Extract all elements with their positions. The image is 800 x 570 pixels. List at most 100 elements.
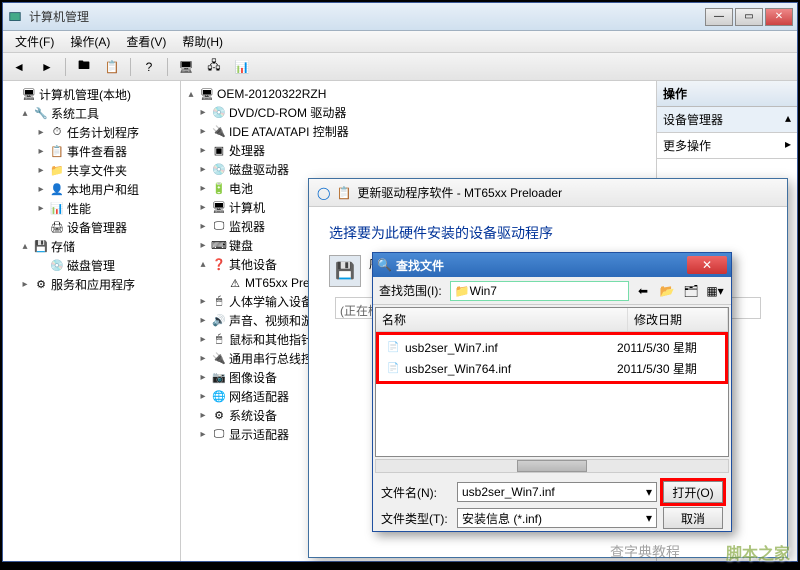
tree-toggle-icon[interactable]: ▴: [197, 259, 209, 270]
menu-help[interactable]: 帮助(H): [174, 31, 231, 52]
tree-label: IDE ATA/ATAPI 控制器: [229, 123, 349, 140]
properties-button[interactable]: 📋: [100, 56, 124, 78]
new-folder-icon[interactable]: 🗂: [681, 281, 701, 301]
tree-toggle-icon[interactable]: ▸: [197, 391, 209, 402]
back-nav-icon[interactable]: ⬅: [633, 281, 653, 301]
action-item-devicemgr[interactable]: 设备管理器▴: [657, 107, 797, 133]
scroll-thumb[interactable]: [517, 460, 587, 472]
file-row[interactable]: 📄 usb2ser_Win764.inf 2011/5/30 星期: [381, 358, 723, 379]
main-titlebar: 计算机管理 — ▭ ✕: [3, 3, 797, 31]
tree-toggle-icon[interactable]: ▸: [197, 353, 209, 364]
service-icon: ⚙: [33, 277, 49, 293]
filetype-select[interactable]: 安装信息 (*.inf) ▾: [457, 508, 657, 528]
actions-header: 操作: [657, 81, 797, 107]
tree-node[interactable]: 🖥计算机管理(本地): [3, 85, 180, 104]
tree-toggle-icon[interactable]: ▸: [197, 296, 209, 307]
tree-toggle-icon[interactable]: ▸: [197, 183, 209, 194]
audio-icon: 🔊: [211, 313, 227, 329]
tree-toggle-icon[interactable]: ▸: [35, 127, 47, 138]
filename-label: 文件名(N):: [381, 484, 451, 501]
tree-node[interactable]: ▸▣处理器: [181, 141, 656, 160]
tree-node[interactable]: ▸💿DVD/CD-ROM 驱动器: [181, 103, 656, 122]
tree-toggle-icon[interactable]: ▸: [35, 203, 47, 214]
action-item-more[interactable]: 更多操作▸: [657, 133, 797, 159]
tree-node[interactable]: ▸💿磁盘驱动器: [181, 160, 656, 179]
tree-node[interactable]: 💿磁盘管理: [3, 256, 180, 275]
tree-node[interactable]: ▸📁共享文件夹: [3, 161, 180, 180]
location-select[interactable]: 📁 Win7: [450, 281, 629, 301]
tree-label: 磁盘管理: [67, 257, 115, 274]
tree-toggle-icon[interactable]: ▸: [197, 126, 209, 137]
tree-toggle-icon[interactable]: ▸: [35, 165, 47, 176]
dropdown-icon[interactable]: ▾: [646, 511, 652, 525]
tree-toggle-icon[interactable]: ▸: [197, 164, 209, 175]
open-button[interactable]: 打开(O): [663, 481, 723, 503]
back-button[interactable]: ◄: [7, 56, 31, 78]
refresh-button[interactable]: 🖧: [202, 56, 226, 78]
help-button[interactable]: ?: [137, 56, 161, 78]
tree-toggle-icon[interactable]: ▸: [197, 145, 209, 156]
dropdown-icon[interactable]: ▾: [646, 485, 652, 499]
tree-toggle-icon[interactable]: ▸: [197, 410, 209, 421]
share-icon: 📁: [49, 163, 65, 179]
tree-node[interactable]: ▴🖥OEM-20120322RZH: [181, 85, 656, 103]
menu-action[interactable]: 操作(A): [62, 31, 118, 52]
tree-label: 本地用户和组: [67, 181, 139, 198]
tree-node[interactable]: ▴💾存储: [3, 237, 180, 256]
tree-node[interactable]: ▴🔧系统工具: [3, 104, 180, 123]
tree-toggle-icon[interactable]: ▸: [197, 372, 209, 383]
tree-label: 计算机管理(本地): [39, 86, 131, 103]
disk-icon: 💿: [211, 162, 227, 178]
file-row[interactable]: 📄 usb2ser_Win7.inf 2011/5/30 星期: [381, 337, 723, 358]
minimize-button[interactable]: —: [705, 8, 733, 26]
tree-node[interactable]: ▸📋事件查看器: [3, 142, 180, 161]
filename-input[interactable]: usb2ser_Win7.inf ▾: [457, 482, 657, 502]
inf-file-icon: 📄: [387, 363, 401, 374]
tree-toggle-icon[interactable]: ▸: [197, 107, 209, 118]
file-name: usb2ser_Win7.inf: [405, 341, 617, 355]
file-date: 2011/5/30 星期: [617, 339, 717, 356]
tree-toggle-icon[interactable]: ▸: [197, 240, 209, 251]
col-name[interactable]: 名称: [376, 308, 628, 331]
maximize-button[interactable]: ▭: [735, 8, 763, 26]
tree-node[interactable]: ▸🔌IDE ATA/ATAPI 控制器: [181, 122, 656, 141]
menu-file[interactable]: 文件(F): [7, 31, 62, 52]
view-button[interactable]: 📊: [230, 56, 254, 78]
wizard-title-text: 更新驱动程序软件 - MT65xx Preloader: [357, 184, 562, 201]
tree-toggle-icon[interactable]: ▴: [185, 89, 197, 100]
tree-label: 监视器: [229, 218, 265, 235]
tree-label: 人体学输入设备: [229, 293, 313, 310]
tree-toggle-icon[interactable]: ▸: [197, 429, 209, 440]
tree-toggle-icon[interactable]: ▸: [197, 315, 209, 326]
tree-label: OEM-20120322RZH: [217, 87, 326, 101]
tree-toggle-icon[interactable]: ▴: [19, 241, 31, 252]
tree-toggle-icon[interactable]: ▸: [197, 334, 209, 345]
tree-node[interactable]: ▸📊性能: [3, 199, 180, 218]
horizontal-scrollbar[interactable]: [375, 459, 729, 473]
tree-toggle-icon[interactable]: ▸: [35, 184, 47, 195]
tree-toggle-icon[interactable]: ▸: [19, 279, 31, 290]
scan-button[interactable]: 🖥: [174, 56, 198, 78]
cancel-button[interactable]: 取消: [663, 507, 723, 529]
tree-toggle-icon[interactable]: ▸: [197, 202, 209, 213]
tree-node[interactable]: ▸👤本地用户和组: [3, 180, 180, 199]
tree-node[interactable]: ▸⏱任务计划程序: [3, 123, 180, 142]
view-menu-icon[interactable]: ▦▾: [705, 281, 725, 301]
forward-button[interactable]: ►: [35, 56, 59, 78]
ide-icon: 🔌: [211, 124, 227, 140]
tree-toggle-icon[interactable]: ▸: [35, 146, 47, 157]
tree-node[interactable]: 🖨设备管理器: [3, 218, 180, 237]
computer-icon: 🖥: [199, 86, 215, 102]
up-button[interactable]: 🖿: [72, 56, 96, 78]
back-arrow-icon[interactable]: ◯: [317, 186, 330, 200]
up-folder-icon[interactable]: 📂: [657, 281, 677, 301]
close-button[interactable]: ✕: [765, 8, 793, 26]
tree-toggle-icon[interactable]: ▸: [197, 221, 209, 232]
tree-toggle-icon[interactable]: ▴: [19, 108, 31, 119]
main-title: 计算机管理: [29, 8, 705, 25]
filedlg-title: 🔍 查找文件: [377, 257, 444, 274]
tree-node[interactable]: ▸⚙服务和应用程序: [3, 275, 180, 294]
menu-view[interactable]: 查看(V): [118, 31, 174, 52]
col-date[interactable]: 修改日期: [628, 308, 728, 331]
filedlg-close-button[interactable]: ✕: [687, 256, 727, 274]
